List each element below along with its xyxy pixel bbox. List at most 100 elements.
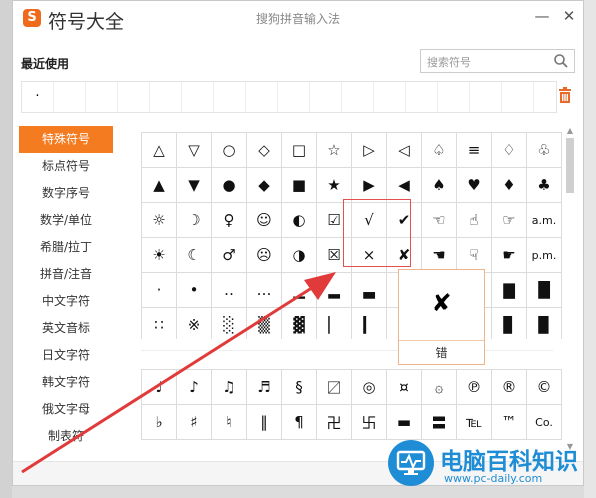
symbol-cell[interactable]: ▽ <box>176 132 212 168</box>
symbol-cell[interactable]: ♯ <box>176 404 212 440</box>
symbol-cell[interactable]: ♮ <box>211 404 247 440</box>
category-item[interactable]: 数学/单位 <box>19 207 113 234</box>
symbol-cell[interactable]: · <box>141 272 177 308</box>
category-item[interactable]: 制表符 <box>19 423 113 450</box>
symbol-cell[interactable]: ☟ <box>456 237 492 273</box>
symbol-cell[interactable]: ♥ <box>456 167 492 203</box>
symbol-cell[interactable]: ♩ <box>141 369 177 405</box>
symbol-cell[interactable]: ▬ <box>386 404 422 440</box>
recent-symbol-slot[interactable]: · <box>22 82 54 112</box>
recent-symbol-slot[interactable] <box>342 82 374 112</box>
scroll-up-icon[interactable]: ▲ <box>565 126 575 135</box>
symbol-cell[interactable]: ♢ <box>491 132 527 168</box>
symbol-cell[interactable]: ▒ <box>246 307 282 343</box>
symbol-cell[interactable]: ♧ <box>526 132 562 168</box>
category-item[interactable]: 标点符号 <box>19 153 113 180</box>
symbol-cell[interactable]: ☀ <box>141 237 177 273</box>
symbol-cell[interactable]: ☺ <box>246 202 282 238</box>
symbol-cell[interactable]: ☼ <box>141 202 177 238</box>
symbol-cell[interactable]: ‥ <box>211 272 247 308</box>
symbol-cell[interactable]: ◑ <box>281 237 317 273</box>
recent-symbol-slot[interactable] <box>502 82 534 112</box>
symbol-cell[interactable]: ░ <box>211 307 247 343</box>
symbol-cell[interactable]: ♪ <box>176 369 212 405</box>
symbol-cell[interactable]: … <box>246 272 282 308</box>
scrollbar[interactable]: ▲ ▼ <box>565 126 575 451</box>
symbol-cell[interactable]: ℡ <box>456 404 492 440</box>
symbol-cell[interactable]: ★ <box>316 167 352 203</box>
symbol-cell[interactable]: ● <box>211 167 247 203</box>
recent-symbol-slot[interactable] <box>278 82 310 112</box>
recent-symbol-slot[interactable] <box>150 82 182 112</box>
symbol-cell[interactable]: ☽ <box>176 202 212 238</box>
symbol-cell[interactable]: ♫ <box>211 369 247 405</box>
symbol-cell[interactable]: ◐ <box>281 202 317 238</box>
category-item[interactable]: 英文音标 <box>19 315 113 342</box>
symbol-cell[interactable]: ▓ <box>281 307 317 343</box>
symbol-cell[interactable]: ♭ <box>141 404 177 440</box>
symbol-cell[interactable]: ☜ <box>421 202 457 238</box>
recent-symbol-slot[interactable] <box>86 82 118 112</box>
category-item[interactable]: 希腊/拉丁 <box>19 234 113 261</box>
recent-symbol-slot[interactable] <box>118 82 150 112</box>
symbol-cell[interactable]: ▁ <box>281 272 317 308</box>
symbol-cell[interactable]: ▉ <box>526 307 562 343</box>
symbol-cell[interactable]: ○ <box>211 132 247 168</box>
recent-symbol-slot[interactable] <box>246 82 278 112</box>
category-item[interactable]: 俄文字母 <box>19 396 113 423</box>
symbol-cell[interactable]: 卍 <box>316 404 352 440</box>
search-icon[interactable] <box>553 53 569 69</box>
symbol-cell[interactable]: ◁ <box>386 132 422 168</box>
symbol-cell[interactable]: ▃ <box>351 272 387 308</box>
symbol-cell[interactable]: ▶ <box>351 167 387 203</box>
symbol-cell[interactable]: © <box>526 369 562 405</box>
symbol-cell[interactable]: Co. <box>526 404 562 440</box>
symbol-cell[interactable]: ▼ <box>176 167 212 203</box>
symbol-cell[interactable]: § <box>281 369 317 405</box>
symbol-cell[interactable]: █ <box>526 272 562 308</box>
scroll-thumb[interactable] <box>566 138 574 193</box>
category-item[interactable]: 数字序号 <box>19 180 113 207</box>
symbol-cell[interactable]: ▲ <box>141 167 177 203</box>
recent-symbol-slot[interactable] <box>470 82 502 112</box>
symbol-cell[interactable]: ▂ <box>316 272 352 308</box>
symbol-cell[interactable]: ™ <box>491 404 527 440</box>
symbol-cell[interactable]: ◀ <box>386 167 422 203</box>
symbol-cell[interactable]: ℗ <box>456 369 492 405</box>
symbol-cell[interactable]: ▊ <box>491 307 527 343</box>
search-input[interactable]: 搜索符号 <box>420 49 575 73</box>
symbol-cell[interactable]: ☾ <box>176 237 212 273</box>
minimize-button[interactable]: — <box>533 7 551 25</box>
symbol-cell[interactable]: ♬ <box>246 369 282 405</box>
symbol-cell[interactable]: ¶ <box>281 404 317 440</box>
symbol-cell[interactable]: ♣ <box>526 167 562 203</box>
category-item[interactable]: 拼音/注音 <box>19 261 113 288</box>
symbol-cell[interactable]: p.m. <box>526 237 562 273</box>
symbol-cell[interactable]: ∷ <box>141 307 177 343</box>
recent-symbol-slot[interactable] <box>374 82 406 112</box>
symbol-cell[interactable]: ☞ <box>491 202 527 238</box>
symbol-cell[interactable]: ۞ <box>421 369 457 405</box>
symbol-cell[interactable]: • <box>176 272 212 308</box>
symbol-cell[interactable]: 〼 <box>316 369 352 405</box>
symbol-cell[interactable]: △ <box>141 132 177 168</box>
recent-symbol-slot[interactable] <box>54 82 86 112</box>
symbol-cell[interactable]: 卐 <box>351 404 387 440</box>
symbol-cell[interactable]: ◇ <box>246 132 282 168</box>
symbol-cell[interactable]: ♤ <box>421 132 457 168</box>
symbol-cell[interactable]: ♠ <box>421 167 457 203</box>
category-item[interactable]: 中文字符 <box>19 288 113 315</box>
trash-icon[interactable] <box>558 87 572 103</box>
symbol-cell[interactable]: ▇ <box>491 272 527 308</box>
category-item[interactable]: 特殊符号 <box>19 126 113 153</box>
recent-symbol-slot[interactable] <box>182 82 214 112</box>
category-item[interactable]: 韩文字符 <box>19 369 113 396</box>
recent-symbol-slot[interactable] <box>214 82 246 112</box>
symbol-cell[interactable]: ¤ <box>386 369 422 405</box>
symbol-cell[interactable]: ‖ <box>246 404 282 440</box>
symbol-cell[interactable]: ◎ <box>351 369 387 405</box>
symbol-cell[interactable]: □ <box>281 132 317 168</box>
symbol-cell[interactable]: ◆ <box>246 167 282 203</box>
symbol-cell[interactable]: ♦ <box>491 167 527 203</box>
symbol-cell[interactable]: ▎ <box>351 307 387 343</box>
